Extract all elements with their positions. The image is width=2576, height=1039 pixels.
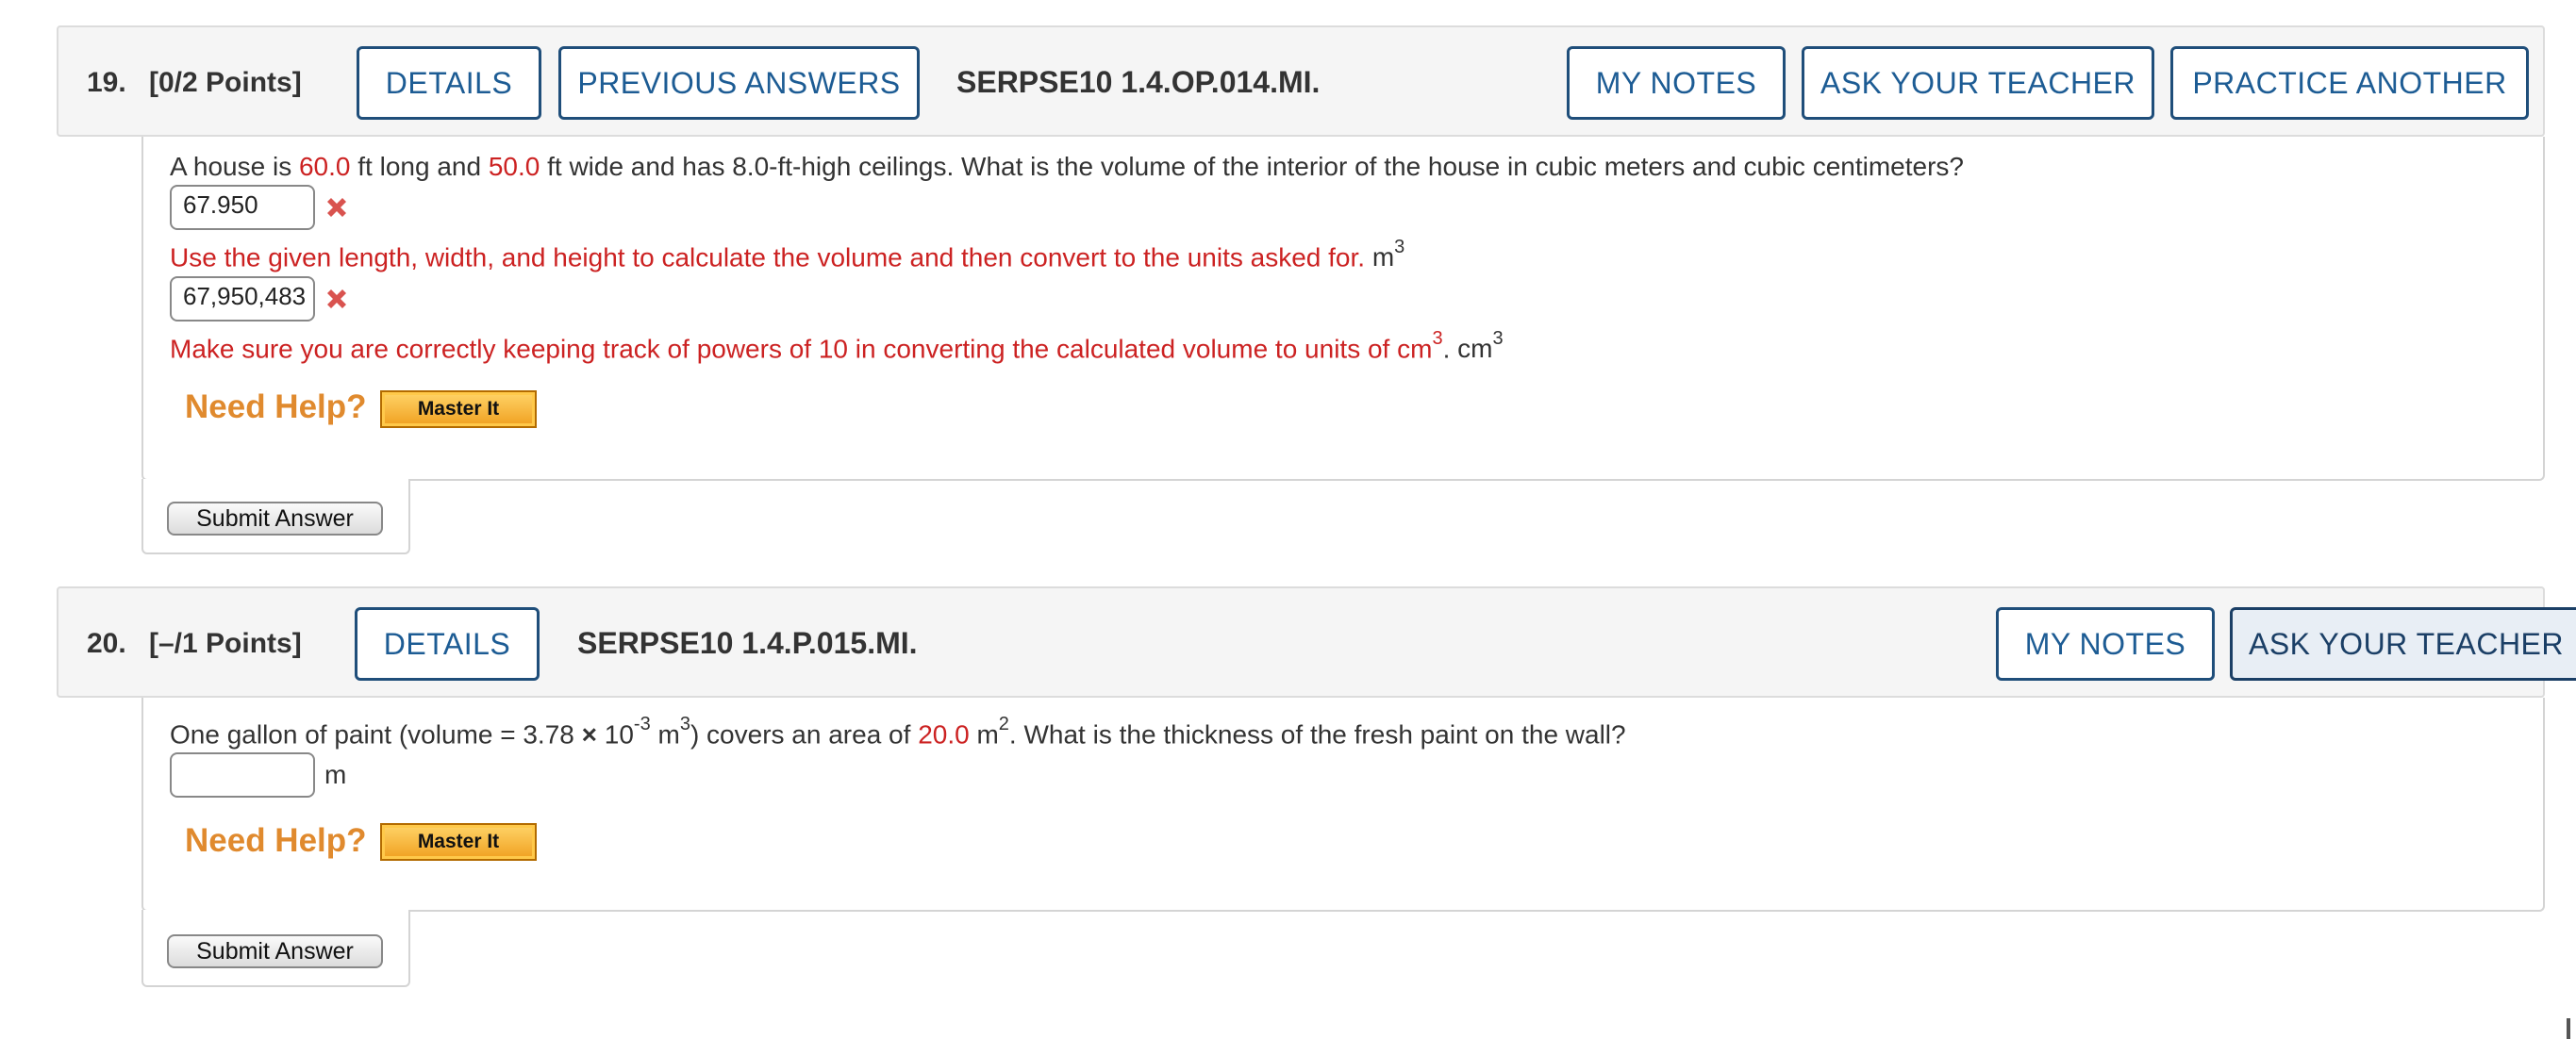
question-19-body xyxy=(141,137,2545,481)
my-notes-button[interactable]: MY NOTES xyxy=(1567,46,1786,120)
question-text: One gallon of paint (volume = 3.78 × 10-… xyxy=(170,714,1626,750)
unit-label: cm3 xyxy=(1457,328,1504,364)
width-value: 50.0 xyxy=(488,152,540,181)
incorrect-x-icon xyxy=(327,198,346,217)
need-help-label: Need Help? xyxy=(185,388,367,425)
ask-your-teacher-button[interactable]: ASK YOUR TEACHER xyxy=(1802,46,2154,120)
feedback-text: Make sure you are correctly keeping trac… xyxy=(170,328,1504,364)
answer-input-m3[interactable]: 67.950 xyxy=(170,185,315,230)
details-button[interactable]: DETAILS xyxy=(355,607,540,681)
need-help-label: Need Help? xyxy=(185,822,367,859)
question-text: A house is 60.0 ft long and 50.0 ft wide… xyxy=(170,152,1964,181)
practice-another-button[interactable]: PRACTICE ANOTHER xyxy=(2170,46,2529,120)
my-notes-button[interactable]: MY NOTES xyxy=(1996,607,2215,681)
question-points: [–/1 Points] xyxy=(149,628,302,659)
unit-label: m3 xyxy=(1371,237,1405,272)
ask-your-teacher-button[interactable]: ASK YOUR TEACHER xyxy=(2230,607,2576,681)
thickness-input[interactable] xyxy=(170,752,315,798)
master-it-button[interactable]: Master It xyxy=(380,823,537,861)
question-number: 20. xyxy=(87,628,126,659)
length-value: 60.0 xyxy=(298,152,351,181)
question-code: SERPSE10 1.4.P.015.MI. xyxy=(577,626,918,660)
submit-answer-button[interactable]: Submit Answer xyxy=(167,934,383,968)
question-19-header: 19. [0/2 Points] DETAILS PREVIOUS ANSWER… xyxy=(57,25,2545,137)
question-points: [0/2 Points] xyxy=(149,67,302,98)
area-value: 20.0 xyxy=(918,719,970,750)
unit-label: m xyxy=(324,760,347,789)
master-it-button[interactable]: Master It xyxy=(380,390,537,428)
submit-answer-button[interactable]: Submit Answer xyxy=(167,502,383,536)
details-button[interactable]: DETAILS xyxy=(357,46,541,120)
previous-answers-button[interactable]: PREVIOUS ANSWERS xyxy=(558,46,920,120)
question-20-header: 20. [–/1 Points] DETAILS SERPSE10 1.4.P.… xyxy=(57,586,2576,698)
question-number: 19. xyxy=(87,67,126,98)
question-code: SERPSE10 1.4.OP.014.MI. xyxy=(956,65,1321,99)
answer-input-cm3[interactable]: 67,950,483 xyxy=(170,276,315,322)
feedback-text: Use the given length, width, and height … xyxy=(170,237,1405,272)
incorrect-x-icon xyxy=(327,289,346,308)
scrollbar-thumb[interactable] xyxy=(2567,1018,2570,1039)
